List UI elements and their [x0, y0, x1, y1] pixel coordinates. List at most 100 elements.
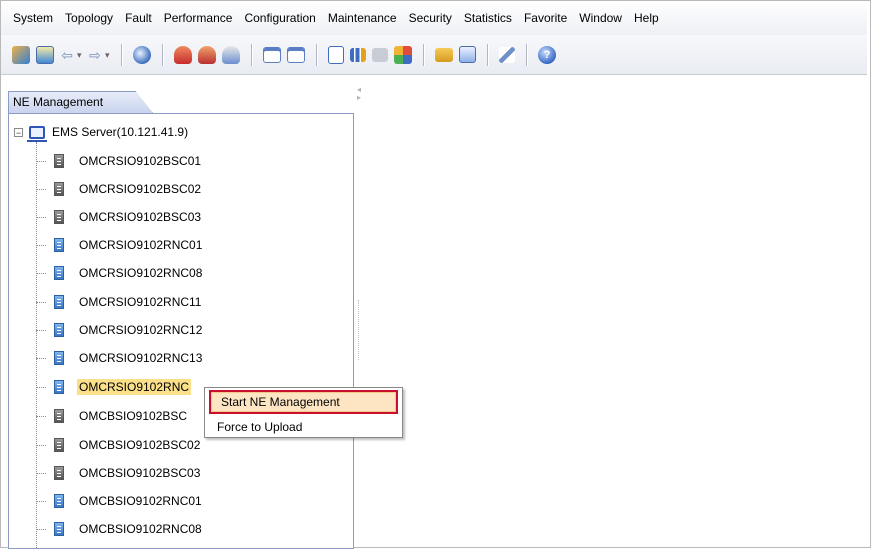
rnc-icon — [54, 351, 64, 365]
menu-item-force-to-upload[interactable]: Force to Upload — [209, 417, 398, 437]
alarm-orange-icon[interactable] — [198, 45, 216, 64]
splitter-arrows-icon[interactable]: ◂ ▸ — [357, 86, 361, 102]
tree-node-label: OMCBSIO9102BSC02 — [79, 438, 201, 452]
multi-color-icon[interactable] — [394, 45, 412, 64]
ne-list-icon[interactable] — [36, 45, 54, 64]
context-menu: Start NE Management Force to Upload — [204, 387, 403, 438]
tree-node-label: OMCBSIO9102RNC08 — [79, 522, 202, 536]
tree-node[interactable]: OMCRSIO9102RNC13 — [36, 347, 204, 369]
window-search-icon[interactable] — [287, 46, 305, 63]
tree-node-label: OMCRSIO9102BSC01 — [79, 154, 202, 168]
tree-node-label: OMCRSIO9102RNC — [77, 379, 192, 395]
toolbar-separator — [162, 43, 163, 66]
tree-connector — [36, 160, 46, 162]
forward-arrow-icon[interactable]: ⇨ — [88, 46, 102, 64]
bsc-icon — [54, 210, 64, 224]
tree-connector — [36, 329, 46, 331]
menu-security[interactable]: Security — [403, 11, 458, 25]
menu-statistics[interactable]: Statistics — [458, 11, 518, 25]
tree-connector — [36, 528, 46, 530]
alarm-red-icon[interactable] — [174, 45, 192, 64]
menu-fault[interactable]: Fault — [119, 11, 158, 25]
tree-node[interactable]: OMCBSIO9102BSC02 — [36, 434, 202, 456]
tree-node-label: OMCBSIO9102RNC01 — [79, 494, 202, 508]
toolbar-separator — [526, 43, 527, 66]
tree-connector — [36, 142, 37, 548]
tree-node[interactable]: OMCRSIO9102BSC03 — [36, 206, 203, 228]
tree-node[interactable]: OMCRSIO9102RNC11 — [36, 291, 203, 313]
toolbar: ⇦ ▾ ⇨ ▾ ? — [1, 35, 867, 75]
tab-ne-management[interactable]: NE Management — [8, 91, 153, 113]
topology-view-icon[interactable] — [12, 45, 30, 64]
rnc-icon — [54, 295, 64, 309]
toolbar-separator — [121, 43, 122, 66]
menu-configuration[interactable]: Configuration — [238, 11, 321, 25]
menu-performance[interactable]: Performance — [158, 11, 239, 25]
tree-node-selected[interactable]: OMCRSIO9102RNC — [36, 376, 192, 398]
tree-node[interactable]: OMCRSIO9102RNC01 — [36, 234, 204, 256]
folder-icon[interactable] — [435, 47, 453, 62]
toolbar-separator — [423, 43, 424, 66]
chart-icon[interactable] — [350, 47, 366, 62]
tree-connector — [36, 415, 46, 417]
globe-icon[interactable] — [133, 45, 151, 64]
tree-node[interactable]: OMCRSIO9102RNC12 — [36, 319, 204, 341]
bsc-icon — [54, 409, 64, 423]
bsc-icon — [54, 154, 64, 168]
tree-connector — [36, 472, 46, 474]
tree-node-label: OMCRSIO9102RNC13 — [79, 351, 203, 365]
tree-root[interactable]: − EMS Server(10.121.41.9) — [14, 122, 188, 142]
tree-node[interactable]: OMCRSIO9102RNC08 — [36, 262, 204, 284]
alarm-blue-icon[interactable] — [222, 45, 240, 64]
tree-node[interactable]: OMCRSIO9102BSC02 — [36, 178, 203, 200]
pen-icon[interactable] — [499, 46, 515, 63]
help-icon[interactable]: ? — [538, 45, 556, 64]
menu-system[interactable]: System — [7, 11, 59, 25]
tree-node-label: OMCBSIO9102BSC — [79, 409, 188, 423]
tree-connector — [36, 216, 46, 218]
menu-item-start-ne-management[interactable]: Start NE Management — [209, 390, 398, 414]
rnc-icon — [54, 494, 64, 508]
menu-help[interactable]: Help — [628, 11, 665, 25]
tree-node[interactable]: OMCBSIO9102BSC — [36, 405, 189, 427]
splitter-handle[interactable] — [358, 300, 360, 360]
document-icon[interactable] — [328, 45, 344, 64]
tree-node-label: OMCRSIO9102RNC08 — [79, 266, 203, 280]
tree-node-label: OMCRSIO9102RNC01 — [79, 238, 203, 252]
chevron-down-icon[interactable]: ▾ — [77, 46, 85, 64]
bsc-icon — [54, 466, 64, 480]
tree-connector — [36, 188, 46, 190]
tree-root-label: EMS Server(10.121.41.9) — [52, 125, 189, 139]
tree-node-label: OMCBSIO9102BSC03 — [79, 466, 201, 480]
rnc-icon — [54, 380, 64, 394]
tree-connector — [36, 301, 46, 303]
server-icon — [27, 125, 47, 142]
tree-connector — [36, 244, 46, 246]
rnc-icon — [54, 323, 64, 337]
menu-favorite[interactable]: Favorite — [518, 11, 573, 25]
toolbar-separator — [487, 43, 488, 66]
window-icon[interactable] — [263, 46, 281, 63]
rnc-icon — [54, 266, 64, 280]
tree-connector — [36, 386, 46, 388]
tree-node[interactable]: OMCBSIO9102RNC08 — [36, 518, 204, 540]
tree-node-label: OMCRSIO9102RNC12 — [79, 323, 203, 337]
rnc-icon — [54, 522, 64, 536]
menu-window[interactable]: Window — [573, 11, 628, 25]
tree-connector — [36, 500, 46, 502]
tree-node[interactable]: OMCRSIO9102BSC01 — [36, 150, 203, 172]
chevron-down-icon[interactable]: ▾ — [105, 46, 113, 64]
menu-topology[interactable]: Topology — [59, 11, 119, 25]
menu-maintenance[interactable]: Maintenance — [322, 11, 403, 25]
tree-node-label: OMCRSIO9102BSC03 — [79, 210, 202, 224]
tree-node[interactable]: OMCBSIO9102RNC01 — [36, 490, 204, 512]
gray-box-icon[interactable] — [372, 47, 388, 62]
note-icon[interactable] — [459, 46, 476, 63]
back-arrow-icon[interactable]: ⇦ — [60, 46, 74, 64]
toolbar-separator — [251, 43, 252, 66]
tree-connector — [36, 272, 46, 274]
collapse-icon[interactable]: − — [14, 127, 23, 137]
bsc-icon — [54, 438, 64, 452]
tree-node[interactable]: OMCBSIO9102BSC03 — [36, 462, 202, 484]
rnc-icon — [54, 238, 64, 252]
